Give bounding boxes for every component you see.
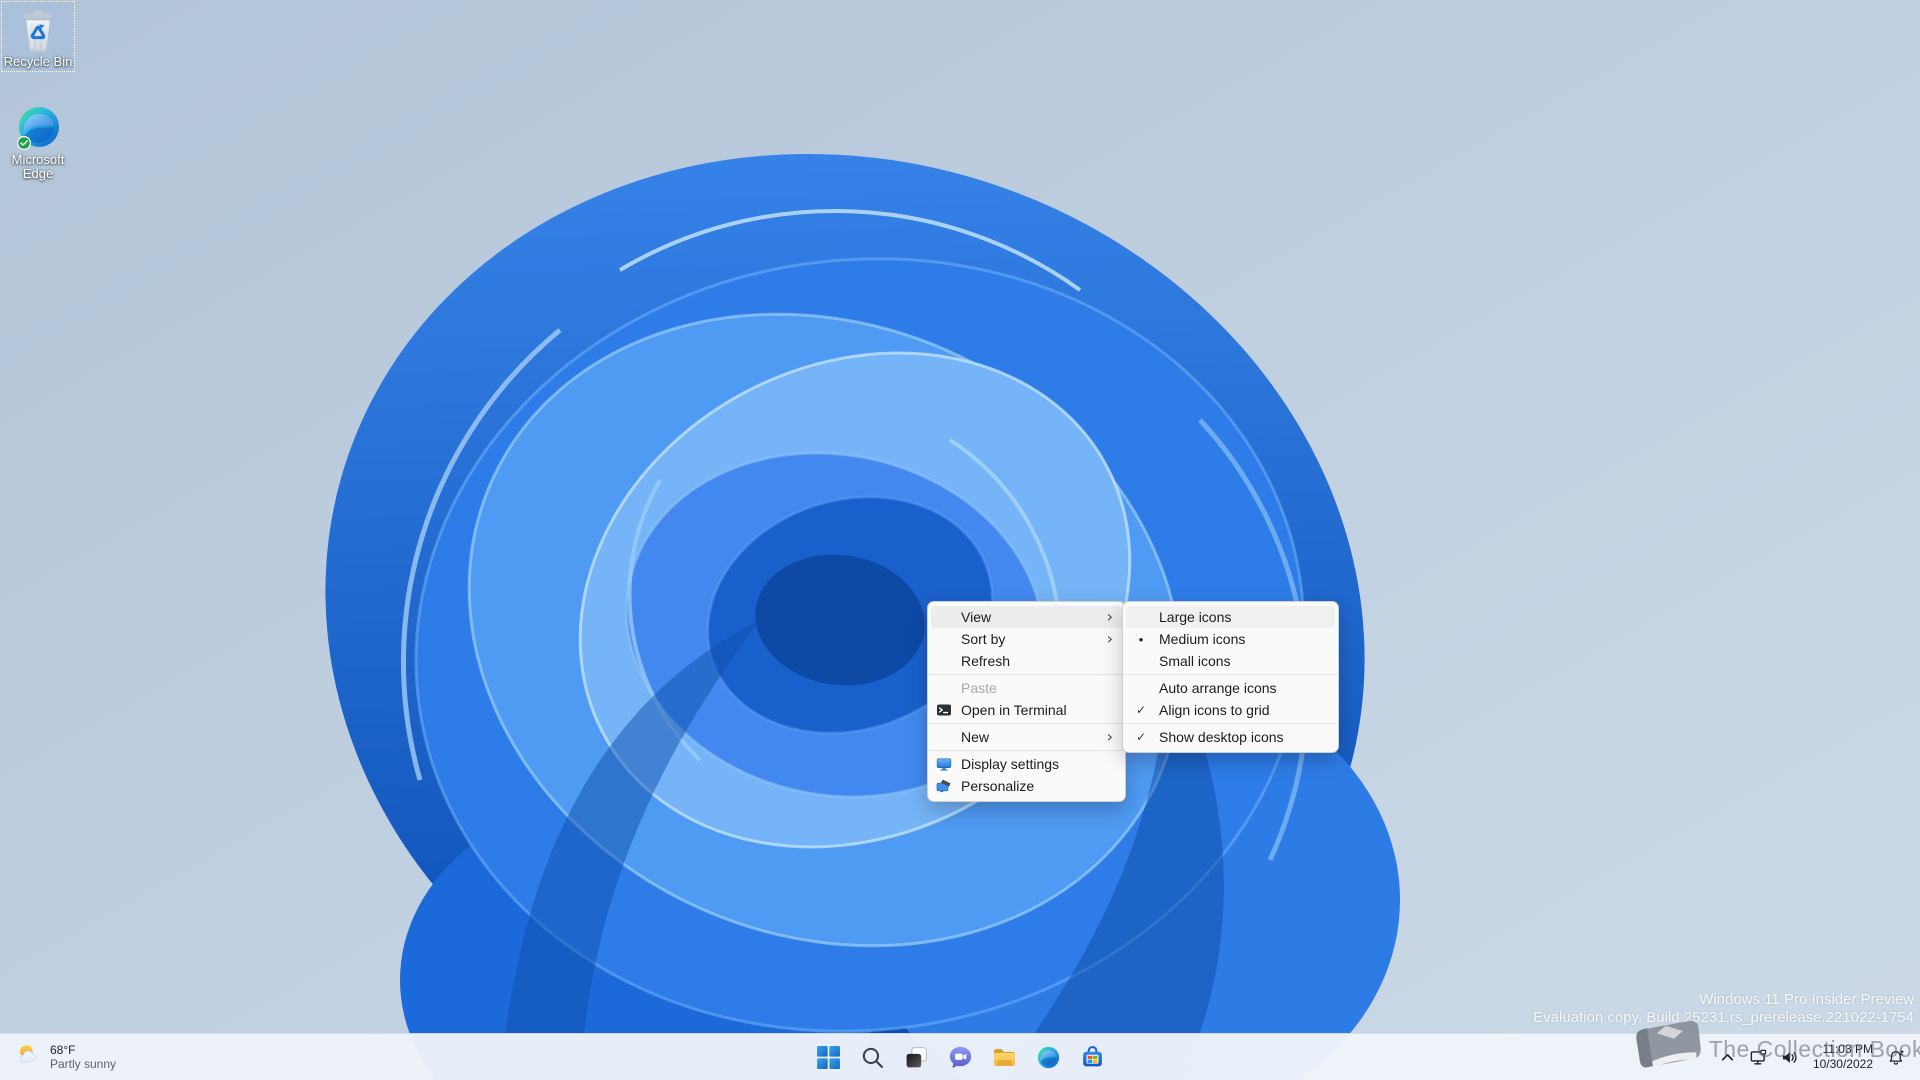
checkmark-icon: ✓ (1135, 730, 1147, 744)
chat-icon (948, 1045, 973, 1070)
menu-separator (929, 723, 1124, 724)
file-explorer-icon (992, 1045, 1017, 1070)
menu-item-label: Medium icons (1159, 631, 1246, 647)
personalize-icon (936, 778, 952, 794)
notifications-button[interactable] (1881, 1037, 1912, 1077)
menu-item-view[interactable]: View › (931, 606, 1122, 628)
network-icon (1750, 1049, 1767, 1066)
menu-item-label: Open in Terminal (961, 702, 1067, 718)
terminal-icon (936, 702, 952, 718)
search-button[interactable] (852, 1037, 892, 1077)
menu-item-align-icons-to-grid[interactable]: ✓ Align icons to grid (1126, 699, 1335, 721)
start-icon (816, 1045, 841, 1070)
menu-item-new[interactable]: New › (931, 726, 1122, 748)
menu-item-label: Paste (961, 680, 997, 696)
edge-desktop-icon (14, 104, 62, 152)
system-tray: 11:03 PM 10/30/2022 (1712, 1037, 1912, 1077)
start-button[interactable] (808, 1037, 848, 1077)
chat-button[interactable] (940, 1037, 980, 1077)
menu-item-label: Small icons (1159, 653, 1231, 669)
evaluation-watermark-line2: Evaluation copy. Build 25231.rs_prerelea… (1533, 1008, 1914, 1026)
menu-item-open-in-terminal[interactable]: Open in Terminal (931, 699, 1122, 721)
desktop-wallpaper (0, 0, 1920, 1080)
menu-item-display-settings[interactable]: Display settings (931, 753, 1122, 775)
evaluation-watermark-line1: Windows 11 Pro Insider Preview (1699, 991, 1914, 1008)
desktop-icon-label: Recycle Bin (3, 54, 73, 69)
tray-overflow-button[interactable] (1712, 1037, 1743, 1077)
menu-separator (929, 674, 1124, 675)
chevron-right-icon: › (1106, 727, 1113, 746)
volume-button[interactable] (1774, 1037, 1805, 1077)
menu-item-show-desktop-icons[interactable]: ✓ Show desktop icons (1126, 726, 1335, 748)
menu-item-small-icons[interactable]: Small icons (1126, 650, 1335, 672)
tray-clock[interactable]: 11:03 PM 10/30/2022 (1805, 1042, 1881, 1072)
chevron-right-icon: › (1106, 629, 1113, 648)
menu-item-paste: Paste (931, 677, 1122, 699)
radio-bullet-icon: ● (1138, 634, 1144, 644)
menu-item-label: Personalize (961, 778, 1035, 794)
menu-separator (1124, 674, 1337, 675)
partly-sunny-icon (16, 1042, 41, 1072)
bell-dnd-icon (1888, 1049, 1905, 1066)
weather-condition: Partly sunny (50, 1057, 117, 1071)
menu-item-label: Sort by (961, 631, 1006, 647)
widgets-weather-button[interactable]: 68°F Partly sunny (4, 1037, 128, 1077)
menu-item-medium-icons[interactable]: ● Medium icons (1126, 628, 1335, 650)
menu-item-large-icons[interactable]: Large icons (1126, 606, 1335, 628)
menu-item-personalize[interactable]: Personalize (931, 775, 1122, 797)
checkmark-icon: ✓ (1135, 703, 1147, 717)
menu-item-refresh[interactable]: Refresh (931, 650, 1122, 672)
menu-item-label: Align icons to grid (1159, 702, 1270, 718)
network-button[interactable] (1743, 1037, 1774, 1077)
tray-date: 10/30/2022 (1812, 1057, 1873, 1071)
task-view-button[interactable] (896, 1037, 936, 1077)
menu-item-label: New (961, 729, 990, 745)
menu-item-label: Large icons (1159, 609, 1232, 625)
desktop-context-menu: View › Sort by › Refresh Paste Open in Termina… (927, 601, 1126, 802)
store-icon (1080, 1045, 1105, 1070)
edge-icon (1036, 1045, 1061, 1070)
chevron-up-icon (1719, 1049, 1736, 1066)
desktop-icon-microsoft-edge[interactable]: Microsoft Edge (2, 100, 74, 183)
file-explorer-button[interactable] (984, 1037, 1024, 1077)
taskbar-center-icons (808, 1037, 1112, 1077)
menu-item-label: Display settings (961, 756, 1060, 772)
chevron-right-icon: › (1106, 607, 1113, 626)
search-icon (860, 1045, 885, 1070)
view-submenu: Large icons ● Medium icons Small icons Auto … (1122, 601, 1339, 753)
menu-item-auto-arrange-icons[interactable]: Auto arrange icons (1126, 677, 1335, 699)
menu-item-label: Auto arrange icons (1159, 680, 1277, 696)
desktop-icon-recycle-bin[interactable]: Recycle Bin (1, 1, 75, 72)
display-settings-icon (936, 756, 952, 772)
store-button[interactable] (1072, 1037, 1112, 1077)
evaluation-watermark: Windows 11 Pro Insider Preview Evaluatio… (1533, 991, 1914, 1026)
menu-separator (1124, 723, 1337, 724)
menu-item-label: View (961, 609, 992, 625)
menu-item-label: Refresh (961, 653, 1011, 669)
menu-item-label: Show desktop icons (1159, 729, 1284, 745)
tray-time: 11:03 PM (1822, 1042, 1873, 1056)
menu-item-sort-by[interactable]: Sort by › (931, 628, 1122, 650)
taskbar: 68°F Partly sunny 11:03 PM 10/30/2022 (0, 1033, 1920, 1080)
desktop-icon-label: Microsoft Edge (11, 152, 65, 181)
recycle-bin-icon (14, 6, 62, 54)
volume-icon (1781, 1049, 1798, 1066)
menu-separator (929, 750, 1124, 751)
task-view-icon (904, 1045, 929, 1070)
weather-temperature: 68°F (50, 1043, 76, 1057)
edge-button[interactable] (1028, 1037, 1068, 1077)
